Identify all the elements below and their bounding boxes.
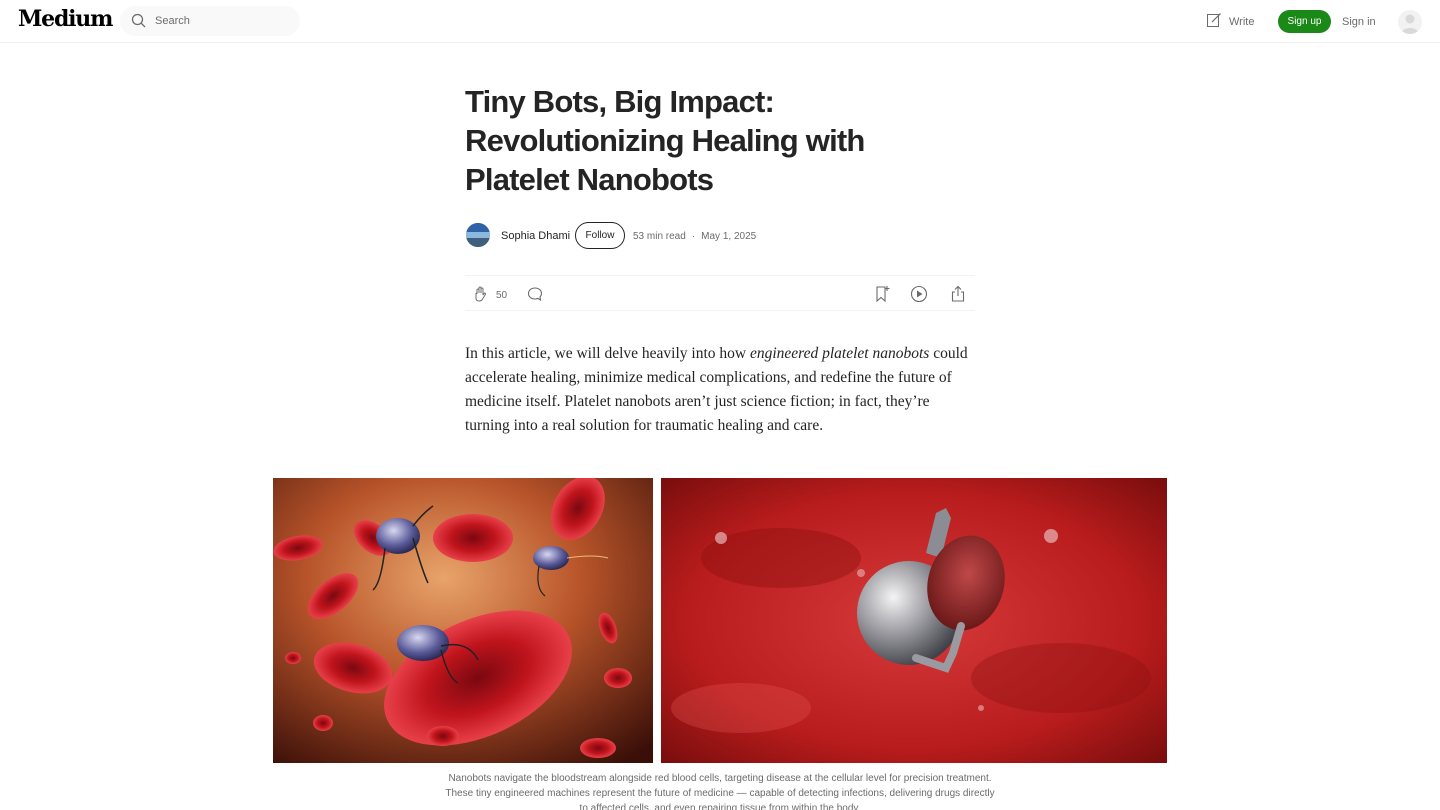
- author-name[interactable]: Sophia Dhami: [501, 230, 570, 242]
- signup-button[interactable]: Sign up: [1278, 10, 1331, 33]
- write-icon: [1206, 12, 1222, 31]
- clap-icon: [472, 285, 490, 306]
- author-avatar[interactable]: [466, 223, 490, 247]
- play-icon: [910, 285, 928, 307]
- bookmark-icon: [874, 286, 890, 307]
- intro-text-1: In this article, we will delve heavily i…: [465, 345, 750, 362]
- article-actions: 50: [465, 275, 975, 311]
- top-nav: Medium Search Write Sign up Sign in: [0, 0, 1440, 43]
- listen-button[interactable]: [910, 285, 928, 308]
- nanobot-repairing-tissue-image: [661, 478, 1167, 763]
- article-title: Tiny Bots, Big Impact: Revolutionizing H…: [465, 84, 865, 197]
- publish-date: May 1, 2025: [701, 231, 757, 242]
- bookmark-button[interactable]: [874, 285, 890, 308]
- clap-count: 50: [496, 290, 508, 301]
- figure-caption: Nanobots navigate the bloodstream alongs…: [445, 773, 995, 810]
- signin-link[interactable]: Sign in: [1342, 16, 1376, 28]
- article-figure: [273, 478, 1167, 763]
- clap-button[interactable]: 50: [472, 285, 507, 306]
- search-icon: [131, 13, 147, 34]
- medium-logo[interactable]: Medium: [18, 6, 113, 32]
- author-row: Sophia Dhami Follow 53 min read · May 1, 2…: [465, 222, 975, 249]
- article-meta: 53 min read · May 1, 2025: [633, 231, 757, 242]
- search-box[interactable]: Search: [120, 6, 300, 36]
- write-label: Write: [1229, 15, 1255, 28]
- responses-button[interactable]: [527, 286, 543, 307]
- intro-emphasis: engineered platelet nanobots: [749, 345, 930, 362]
- nanobots-in-bloodstream-image: [273, 478, 653, 763]
- article-intro: In this article, we will delve heavily i…: [465, 342, 977, 438]
- share-button[interactable]: [950, 285, 966, 308]
- write-button[interactable]: Write: [1206, 12, 1254, 31]
- read-time: 53 min read: [633, 231, 686, 242]
- comment-icon: [527, 287, 543, 306]
- follow-button[interactable]: Follow: [575, 222, 625, 249]
- user-avatar-icon[interactable]: [1398, 10, 1422, 34]
- share-icon: [950, 285, 966, 307]
- search-input[interactable]: Search: [155, 15, 190, 27]
